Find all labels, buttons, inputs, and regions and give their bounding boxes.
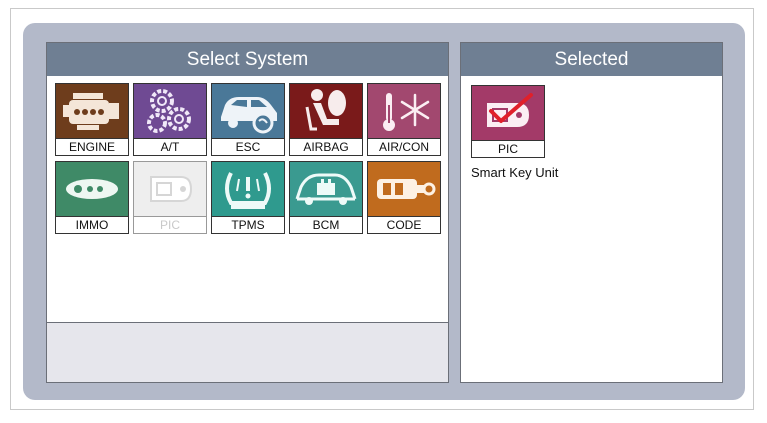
system-tile-engine[interactable]: ENGINE [55, 83, 129, 156]
system-tile-code[interactable]: CODE [367, 161, 441, 234]
system-tile-at[interactable]: A/T [133, 83, 207, 156]
system-tile-aircon[interactable]: AIR/CON [367, 83, 441, 156]
tire-pressure-icon [212, 162, 284, 216]
system-tile-bcm[interactable]: BCM [289, 161, 363, 234]
system-label: AIR/CON [368, 138, 440, 155]
system-label: CODE [368, 216, 440, 233]
system-tile-immo[interactable]: IMMO [55, 161, 129, 234]
smart-key-icon [134, 162, 206, 216]
select-system-footer [47, 322, 448, 382]
gears-icon [134, 84, 206, 138]
select-system-title: Select System [47, 43, 448, 76]
system-label: AIRBAG [290, 138, 362, 155]
system-tile-tpms[interactable]: TPMS [211, 161, 285, 234]
system-label: ESC [212, 138, 284, 155]
key-icon [56, 162, 128, 216]
selected-title: Selected [461, 43, 722, 76]
car-body-icon [290, 162, 362, 216]
system-label: IMMO [56, 216, 128, 233]
car-wheel-icon [212, 84, 284, 138]
system-tile-airbag[interactable]: AIRBAG [289, 83, 363, 156]
select-system-panel: Select System ENGINE A/T ESC AIRBAG AIR/… [46, 42, 449, 383]
selected-panel: Selected PIC Smart Key Unit [460, 42, 723, 383]
selected-description: Smart Key Unit [471, 165, 559, 180]
system-label: PIC [134, 216, 206, 233]
system-tile-pic: PIC [133, 161, 207, 234]
key-fob-icon [368, 162, 440, 216]
engine-icon [56, 84, 128, 138]
system-label: ENGINE [56, 138, 128, 155]
selected-label: PIC [472, 140, 544, 157]
system-label: TPMS [212, 216, 284, 233]
airbag-seat-icon [290, 84, 362, 138]
thermometer-snowflake-icon [368, 84, 440, 138]
smart-key-checked-icon [472, 86, 544, 140]
system-label: A/T [134, 138, 206, 155]
system-tile-esc[interactable]: ESC [211, 83, 285, 156]
selected-tile-pic[interactable]: PIC [471, 85, 545, 158]
system-grid: ENGINE A/T ESC AIRBAG AIR/CON IMMO PIC T… [55, 83, 441, 234]
system-label: BCM [290, 216, 362, 233]
